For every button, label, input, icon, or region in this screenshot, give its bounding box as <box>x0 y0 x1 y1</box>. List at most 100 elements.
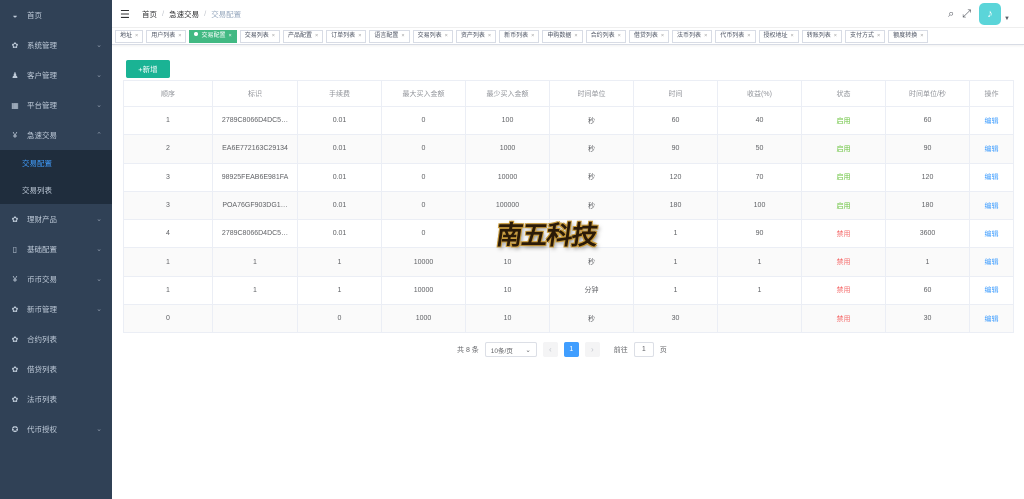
tag-item[interactable]: 代币列表 × <box>715 30 756 43</box>
status-badge: 禁用 <box>836 259 851 267</box>
sidebar-item[interactable]: ♟ 客户管理 ⌄ <box>0 60 112 90</box>
sidebar-item[interactable]: ✿ 法币列表 <box>0 384 112 414</box>
sidebar-item[interactable]: ¥ 币币交易 ⌄ <box>0 264 112 294</box>
table-cell: 2789C8066D4DC5… <box>212 105 298 136</box>
sidebar-item[interactable]: ¥ 急速交易 ⌃ <box>0 120 112 150</box>
close-icon[interactable]: × <box>358 33 361 39</box>
table-cell: 秒 <box>549 105 634 136</box>
table-cell: 1 <box>123 105 213 136</box>
caret-down-icon[interactable]: ▼ <box>1004 16 1010 22</box>
tag-item[interactable]: 新币列表 × <box>499 30 540 43</box>
column-header: 标识 <box>212 80 298 107</box>
sidebar-item-label: 急速交易 <box>27 130 57 140</box>
tag-item[interactable]: 支付方式 × <box>844 30 886 43</box>
cell-value: 0.01 <box>332 230 347 238</box>
table-cell: 3 <box>123 162 213 192</box>
tag-item[interactable]: 交易配置 × <box>189 30 237 43</box>
table-cell: 1000 <box>465 134 550 164</box>
close-icon[interactable]: × <box>747 33 750 39</box>
edit-link[interactable]: 编辑 <box>985 231 999 238</box>
close-icon[interactable]: × <box>315 33 318 39</box>
sidebar-subitem[interactable]: 交易配置 <box>0 150 112 177</box>
close-icon[interactable]: × <box>445 33 448 39</box>
sidebar-subitem[interactable]: 交易列表 <box>0 177 112 204</box>
edit-link[interactable]: 编辑 <box>985 146 999 153</box>
table-cell: 编辑 <box>969 190 1014 221</box>
sidebar-item[interactable]: ◒ 首页 <box>0 0 112 30</box>
close-icon[interactable]: × <box>228 33 231 39</box>
prev-page-button[interactable]: ‹ <box>542 342 558 357</box>
tag-item[interactable]: 资产列表 × <box>455 30 497 43</box>
close-icon[interactable]: × <box>920 33 923 39</box>
tag-item[interactable]: 地址 × <box>115 30 144 43</box>
tag-item[interactable]: 订单列表 × <box>326 30 367 43</box>
sidebar-item[interactable]: ✿ 理财产品 ⌄ <box>0 204 112 234</box>
close-icon[interactable]: × <box>704 33 707 39</box>
hamburger-icon[interactable]: ☰ <box>120 8 130 21</box>
tag-item[interactable]: 交易列表 × <box>239 30 280 43</box>
tag-item[interactable]: 转账列表 × <box>801 30 842 43</box>
tag-item[interactable]: 授权地址 × <box>758 30 799 43</box>
sidebar-item[interactable]: ✿ 系统管理 ⌄ <box>0 30 112 60</box>
tag-item[interactable]: 产品配置 × <box>282 30 324 43</box>
tag-item[interactable]: 用户列表 × <box>146 30 187 43</box>
close-icon[interactable]: × <box>618 33 621 39</box>
status-badge: 启用 <box>836 202 851 210</box>
tag-item[interactable]: 借贷列表 × <box>628 30 670 43</box>
sidebar-item[interactable]: ▦ 平台管理 ⌄ <box>0 90 112 120</box>
tag-item[interactable]: 交易列表 × <box>412 30 453 43</box>
tag-item[interactable]: 法币列表 × <box>672 30 713 43</box>
edit-link[interactable]: 编辑 <box>985 316 999 323</box>
cell-value: 0.01 <box>332 117 347 125</box>
chevron-down-icon: ⌄ <box>525 346 531 354</box>
tag-label: 转账列表 <box>806 33 831 39</box>
breadcrumb-section[interactable]: 急速交易 <box>169 9 199 20</box>
table-cell: 120 <box>633 162 718 192</box>
tag-item[interactable]: 申购数据 × <box>542 30 583 43</box>
tag-item[interactable]: 额度转换 × <box>888 30 929 43</box>
page-size-select[interactable]: 10条/页 ⌄ <box>484 342 537 357</box>
add-button[interactable]: +新增 <box>126 60 170 78</box>
current-page-button[interactable]: 1 <box>563 342 579 357</box>
sidebar-item[interactable]: ✿ 新币管理 ⌄ <box>0 294 112 324</box>
goto-page-input[interactable]: 1 <box>633 342 654 357</box>
close-icon[interactable]: × <box>877 33 880 39</box>
close-icon[interactable]: × <box>531 33 534 39</box>
edit-link[interactable]: 编辑 <box>985 174 999 181</box>
sidebar-item-label: 合约列表 <box>27 334 57 344</box>
fullscreen-icon[interactable]: ⤢ <box>962 8 971 21</box>
cell-value: 秒 <box>588 174 595 182</box>
close-icon[interactable]: × <box>135 33 138 39</box>
tag-label: 资产列表 <box>460 33 485 39</box>
edit-link[interactable]: 编辑 <box>985 287 999 294</box>
edit-link[interactable]: 编辑 <box>985 259 999 266</box>
edit-link[interactable]: 编辑 <box>985 203 999 210</box>
sidebar-item[interactable]: ✿ 借贷列表 <box>0 354 112 384</box>
close-icon[interactable]: × <box>401 33 404 39</box>
sidebar-item[interactable]: ▯ 基础配置 ⌄ <box>0 234 112 264</box>
close-icon[interactable]: × <box>272 33 275 39</box>
breadcrumb-home[interactable]: 首页 <box>142 9 157 20</box>
close-icon[interactable]: × <box>488 33 491 39</box>
avatar[interactable]: ♪ <box>979 3 1002 25</box>
table-cell: 60 <box>633 105 718 136</box>
close-icon[interactable]: × <box>574 33 577 39</box>
close-icon[interactable]: × <box>791 33 794 39</box>
close-icon[interactable]: × <box>834 33 837 39</box>
tag-item[interactable]: 合约列表 × <box>585 30 626 43</box>
close-icon[interactable]: × <box>178 33 181 39</box>
table-cell: 1 <box>633 247 718 277</box>
cell-value: 秒 <box>588 117 595 125</box>
cell-value: 120 <box>921 173 934 181</box>
cell-value: 70 <box>755 173 764 181</box>
table-cell: 1 <box>212 275 298 306</box>
next-page-button[interactable]: › <box>584 342 600 357</box>
sidebar-item[interactable]: ✪ 代币授权 ⌄ <box>0 414 112 444</box>
close-icon[interactable]: × <box>661 33 664 39</box>
tag-item[interactable]: 语言配置 × <box>369 30 410 43</box>
table-cell <box>212 304 298 334</box>
sidebar-item[interactable]: ✿ 合约列表 <box>0 324 112 354</box>
chevron-down-icon: ⌄ <box>96 246 102 253</box>
edit-link[interactable]: 编辑 <box>985 118 999 125</box>
search-icon[interactable]: ⌕ <box>948 8 954 21</box>
